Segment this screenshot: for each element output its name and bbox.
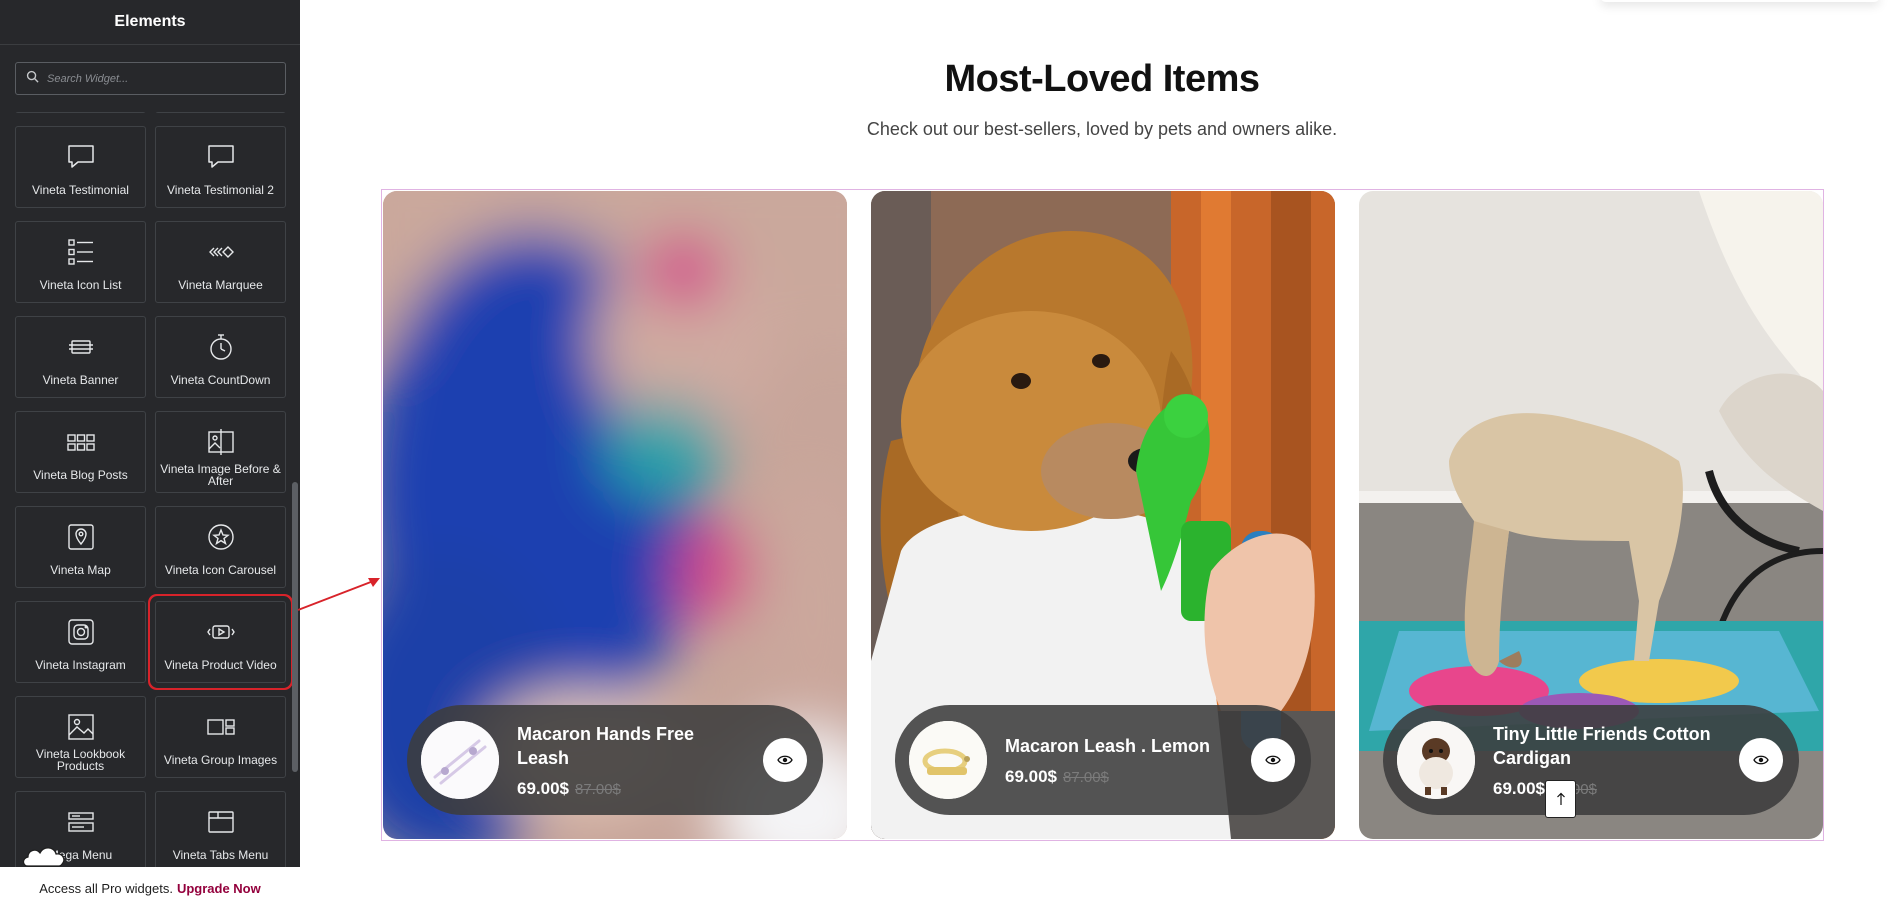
- map-pin-icon: [65, 521, 97, 553]
- eye-icon: [1265, 755, 1281, 765]
- widget-label: Vineta Group Images: [163, 753, 278, 767]
- search-box[interactable]: [15, 62, 286, 95]
- search-input[interactable]: [47, 72, 277, 85]
- header-shadow: [1600, 0, 1880, 2]
- widget-tile-blog-posts[interactable]: Vineta Blog Posts: [15, 411, 146, 493]
- widget-tile-group-images[interactable]: Vineta Group Images: [155, 696, 286, 778]
- promo-text: Access all Pro widgets.: [39, 880, 173, 896]
- icon-list-icon: [65, 236, 97, 268]
- product-old-price: 87.00$: [1063, 768, 1109, 786]
- widget-tile-partial[interactable]: [15, 112, 146, 113]
- search-icon: [26, 70, 39, 88]
- product-price: 69.00$: [517, 778, 569, 798]
- widget-tile-product-video[interactable]: Vineta Product Video: [155, 601, 286, 683]
- speech-bubble-icon: [205, 141, 237, 173]
- widget-label: Vineta Product Video: [164, 658, 277, 672]
- widget-label: Vineta Testimonial: [32, 183, 129, 197]
- widget-label: Vineta Icon Carousel: [164, 563, 277, 577]
- product-price: 69.00$: [1493, 778, 1545, 798]
- widget-tile-image-before-after[interactable]: Vineta Image Before & After: [155, 411, 286, 493]
- widget-label: Vineta CountDown: [170, 373, 271, 387]
- widget-tile-lookbook-products[interactable]: Vineta Lookbook Products: [15, 696, 146, 778]
- cloud-icon: [22, 847, 65, 867]
- banner-icon: [65, 331, 97, 363]
- product-prices: 69.00$ 87.00$: [1005, 767, 1235, 787]
- widget-tile-banner[interactable]: Vineta Banner: [15, 316, 146, 398]
- section-subheading: Check out our best-sellers, loved by pet…: [866, 119, 1338, 139]
- product-card[interactable]: Macaron Leash . Lemon 69.00$ 87.00$: [871, 191, 1335, 839]
- product-thumbnail[interactable]: [909, 721, 987, 799]
- blog-grid-icon: [65, 426, 97, 458]
- image-compare-icon: [205, 426, 237, 458]
- widget-label: Vineta Marquee: [178, 278, 263, 292]
- upgrade-now-link[interactable]: Upgrade Now: [177, 881, 261, 896]
- widget-label: Vineta Tabs Menu: [172, 848, 269, 862]
- back-to-top-button[interactable]: [1545, 780, 1576, 818]
- widget-label: Vineta Map: [50, 563, 111, 577]
- dog-cardigan-thumbnail-image: [1397, 721, 1475, 799]
- widget-grid-viewport: Vineta Testimonial Vineta Testimonial 2 …: [0, 112, 300, 867]
- product-price: 69.00$: [1005, 766, 1057, 786]
- instagram-icon: [65, 616, 97, 648]
- product-info-bar: Macaron Leash . Lemon 69.00$ 87.00$: [895, 705, 1311, 815]
- widget-tile-partial[interactable]: [155, 112, 286, 113]
- upgrade-promo: Access all Pro widgets. Upgrade Now: [0, 867, 300, 909]
- widget-tile-instagram[interactable]: Vineta Instagram: [15, 601, 146, 683]
- star-circle-icon: [205, 521, 237, 553]
- panel-title: Elements: [114, 13, 186, 30]
- product-info-bar: Tiny Little Friends Cotton Cardigan 69.0…: [1383, 705, 1799, 815]
- widget-grid: Vineta Testimonial Vineta Testimonial 2 …: [15, 112, 286, 867]
- quick-view-button[interactable]: [763, 738, 807, 782]
- product-prices: 69.00$ 87.00$: [517, 779, 747, 799]
- widget-label: Vineta Lookbook Products: [35, 747, 126, 773]
- product-info-bar: Macaron Hands Free Leash 69.00$ 87.00$: [407, 705, 823, 815]
- mega-menu-icon: [65, 806, 97, 838]
- widget-tile-icon-list[interactable]: Vineta Icon List: [15, 221, 146, 303]
- yellow-leash-thumbnail-image: [909, 721, 987, 799]
- eye-icon: [1753, 755, 1769, 765]
- product-thumbnail[interactable]: [421, 721, 499, 799]
- widget-label: Vineta Banner: [42, 373, 119, 387]
- widget-tile-tabs-menu[interactable]: Vineta Tabs Menu: [155, 791, 286, 867]
- product-card[interactable]: Macaron Hands Free Leash 69.00$ 87.00$: [383, 191, 847, 839]
- widget-label: Vineta Blog Posts: [33, 468, 128, 482]
- quick-view-button[interactable]: [1739, 738, 1783, 782]
- panel-scrollbar[interactable]: [292, 482, 298, 772]
- product-name[interactable]: Tiny Little Friends Cotton Cardigan: [1493, 722, 1723, 770]
- product-name[interactable]: Macaron Hands Free Leash: [517, 722, 747, 770]
- marquee-icon: [205, 236, 237, 268]
- arrow-up-icon: [1556, 792, 1565, 805]
- product-text: Macaron Hands Free Leash 69.00$ 87.00$: [517, 722, 747, 799]
- product-text: Tiny Little Friends Cotton Cardigan 69.0…: [1493, 722, 1723, 799]
- widget-tile-map[interactable]: Vineta Map: [15, 506, 146, 588]
- widget-tile-marquee[interactable]: Vineta Marquee: [155, 221, 286, 303]
- section-heading: Most-Loved Items: [944, 58, 1260, 100]
- widget-tile-testimonial[interactable]: Vineta Testimonial: [15, 126, 146, 208]
- tabs-menu-icon: [205, 806, 237, 838]
- widget-tile-countdown[interactable]: Vineta CountDown: [155, 316, 286, 398]
- quick-view-button[interactable]: [1251, 738, 1295, 782]
- product-name[interactable]: Macaron Leash . Lemon: [1005, 734, 1235, 758]
- product-thumbnail[interactable]: [1397, 721, 1475, 799]
- lookbook-icon: [65, 711, 97, 743]
- video-play-icon: [205, 616, 237, 648]
- group-images-icon: [205, 711, 237, 743]
- speech-bubble-icon: [65, 141, 97, 173]
- product-old-price: 87.00$: [575, 780, 621, 798]
- widget-label: Vineta Icon List: [39, 278, 122, 292]
- product-prices: 69.00$87.00$: [1493, 779, 1723, 799]
- widget-label: Vineta Instagram: [35, 658, 126, 672]
- elements-panel: Elements Vineta Testimonial Vineta Testi…: [0, 0, 300, 909]
- leash-thumbnail-image: [421, 721, 499, 799]
- eye-icon: [777, 755, 793, 765]
- widget-tile-icon-carousel[interactable]: Vineta Icon Carousel: [155, 506, 286, 588]
- widget-label: Vineta Image Before & After: [160, 462, 281, 488]
- panel-divider: [0, 44, 300, 45]
- annotation-arrow-icon: [297, 578, 380, 611]
- widget-label: Vineta Testimonial 2: [167, 183, 274, 197]
- stopwatch-icon: [205, 331, 237, 363]
- widget-tile-testimonial-2[interactable]: Vineta Testimonial 2: [155, 126, 286, 208]
- product-card[interactable]: Tiny Little Friends Cotton Cardigan 69.0…: [1359, 191, 1823, 839]
- product-text: Macaron Leash . Lemon 69.00$ 87.00$: [1005, 734, 1235, 787]
